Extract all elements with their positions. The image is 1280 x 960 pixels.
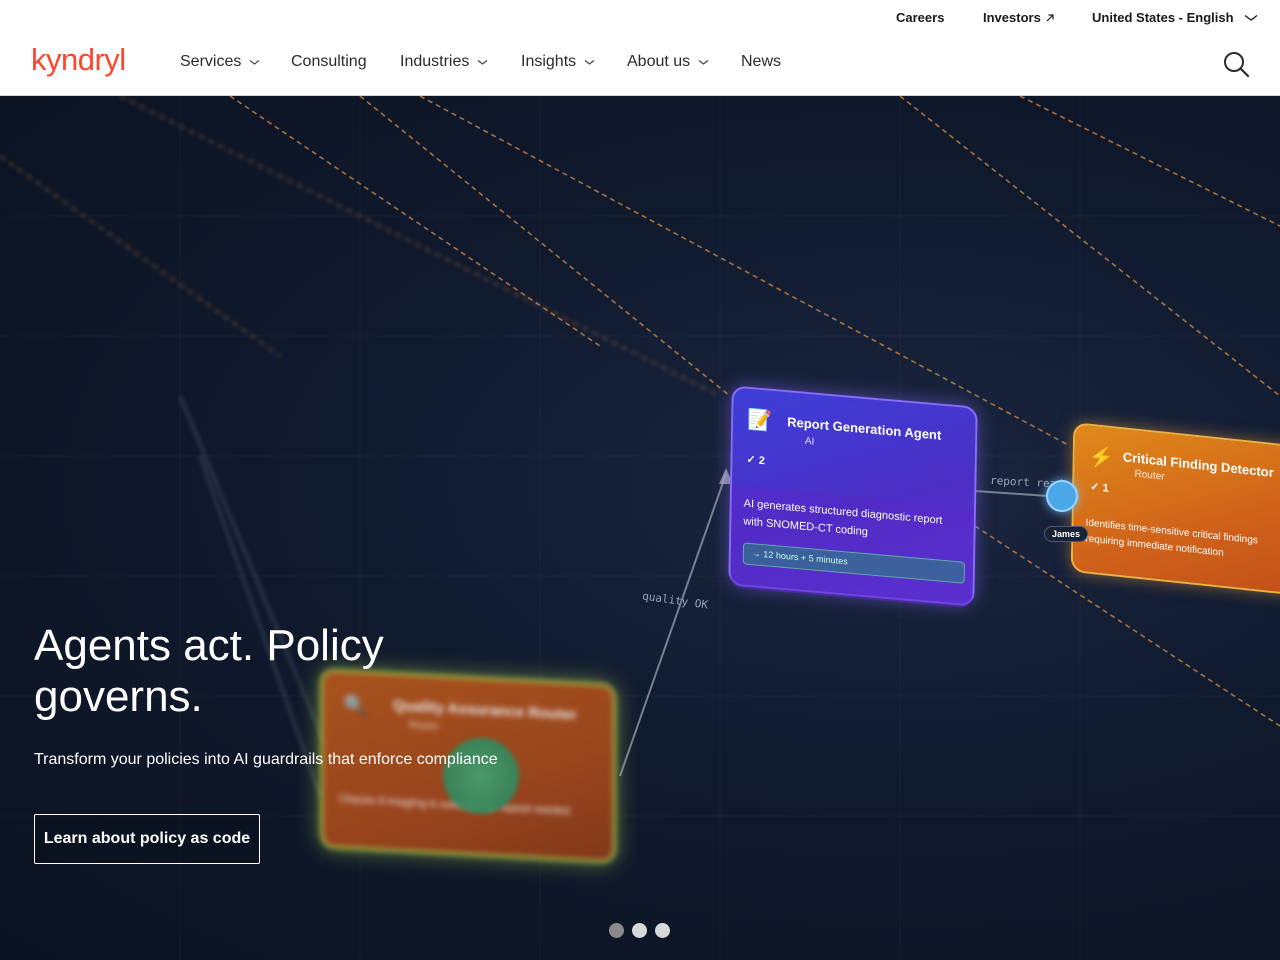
nav-insights[interactable]: Insights [521,53,595,71]
investors-link[interactable]: Investors [983,10,1055,25]
policy-as-code-button[interactable]: Learn about policy as code [34,814,260,864]
nav-industries-label: Industries [400,53,470,70]
careers-link[interactable]: Careers [896,10,944,25]
nav-services-label: Services [180,53,242,70]
card-type: AI [804,435,815,448]
main-navigation: kyndryl Services Consulting Industries I… [0,36,1280,96]
nav-consulting-label: Consulting [291,53,367,70]
hero-title: Agents act. Policy governs. [34,621,384,721]
chevron-down-icon [698,59,709,65]
nav-consulting[interactable]: Consulting [291,53,367,71]
card-type: Router [1134,468,1165,483]
chevron-down-icon [478,59,488,65]
nav-insights-label: Insights [521,53,577,70]
search-button[interactable] [1222,50,1250,78]
kyndryl-logo[interactable]: kyndryl [31,42,126,78]
chevron-down-icon [1244,14,1257,21]
hero-subtitle: Transform your policies into AI guardrai… [34,751,498,768]
hero-banner: 📝 Report Generation Agent AI ✓ 2 AI gene… [0,96,1280,960]
nav-about-us[interactable]: About us [627,53,709,71]
card-description: Identifies time-sensitive critical findi… [1085,517,1258,559]
memo-icon: 📝 [746,408,773,433]
nav-news-label: News [741,53,782,70]
avatar-name: James [1044,526,1089,542]
external-arrow-icon [1046,13,1054,21]
nav-about-us-label: About us [627,53,691,70]
carousel-pagination [609,923,670,938]
pause-orb [443,738,519,814]
locale-label: United States - English [1092,10,1234,25]
lightning-icon: ⚡ [1088,445,1114,471]
nav-services[interactable]: Services [180,53,260,71]
nav-industries[interactable]: Industries [400,53,488,71]
investors-link-label: Investors [983,10,1041,25]
logo-text: kyndryl [31,42,126,77]
card-count: ✓ 1 [1090,480,1109,495]
careers-link-label: Careers [896,10,945,25]
chevron-down-icon [249,59,260,65]
nav-news[interactable]: News [741,53,781,71]
utility-bar: Careers Investors United States - Englis… [0,0,1280,36]
card-count: ✓ 2 [746,453,765,468]
avatar [1046,480,1078,512]
search-icon [1224,52,1250,78]
locale-selector[interactable]: United States - English [1092,10,1258,25]
carousel-dot-3[interactable] [655,923,670,938]
carousel-dot-2[interactable] [632,923,647,938]
policy-as-code-button-label: Learn about policy as code [43,830,251,847]
critical-finding-card: ⚡ Critical Finding Detector Router ✓ 1 I… [1070,422,1280,596]
chevron-down-icon [584,59,595,65]
carousel-dot-1[interactable] [609,923,624,938]
report-generation-card: 📝 Report Generation Agent AI ✓ 2 AI gene… [728,385,978,609]
